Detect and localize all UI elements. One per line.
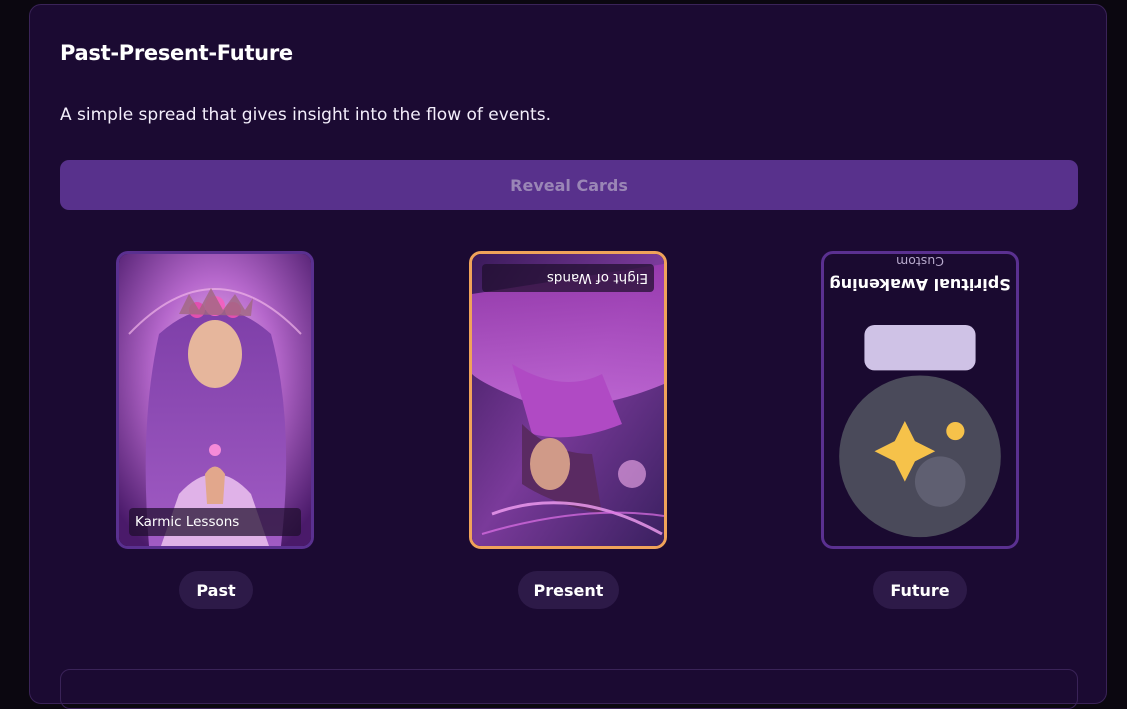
card-past-artwork	[119, 254, 311, 546]
spread-description: A simple spread that gives insight into …	[60, 105, 551, 125]
card-present-name: Eight of Wands	[482, 264, 654, 292]
card-present[interactable]: Eight of Wands	[469, 251, 667, 549]
spread-panel: Past-Present-Future A simple spread that…	[29, 4, 1107, 709]
position-label-past: Past	[179, 571, 253, 609]
spread-title: Past-Present-Future	[60, 41, 293, 65]
card-future-type: Custom	[896, 254, 944, 269]
position-label-future: Future	[873, 571, 967, 609]
position-label-present: Present	[518, 571, 619, 609]
crystal-ball-icon	[839, 324, 1001, 538]
card-present-artwork	[472, 254, 664, 546]
reveal-cards-button[interactable]: Reveal Cards	[60, 160, 1078, 210]
next-section-edge	[60, 669, 1078, 709]
card-future[interactable]: Spiritual Awakening Custom	[821, 251, 1019, 549]
card-future-name: Spiritual Awakening	[829, 275, 1011, 294]
card-past[interactable]: Karmic Lessons	[116, 251, 314, 549]
card-past-name: Karmic Lessons	[129, 508, 301, 536]
